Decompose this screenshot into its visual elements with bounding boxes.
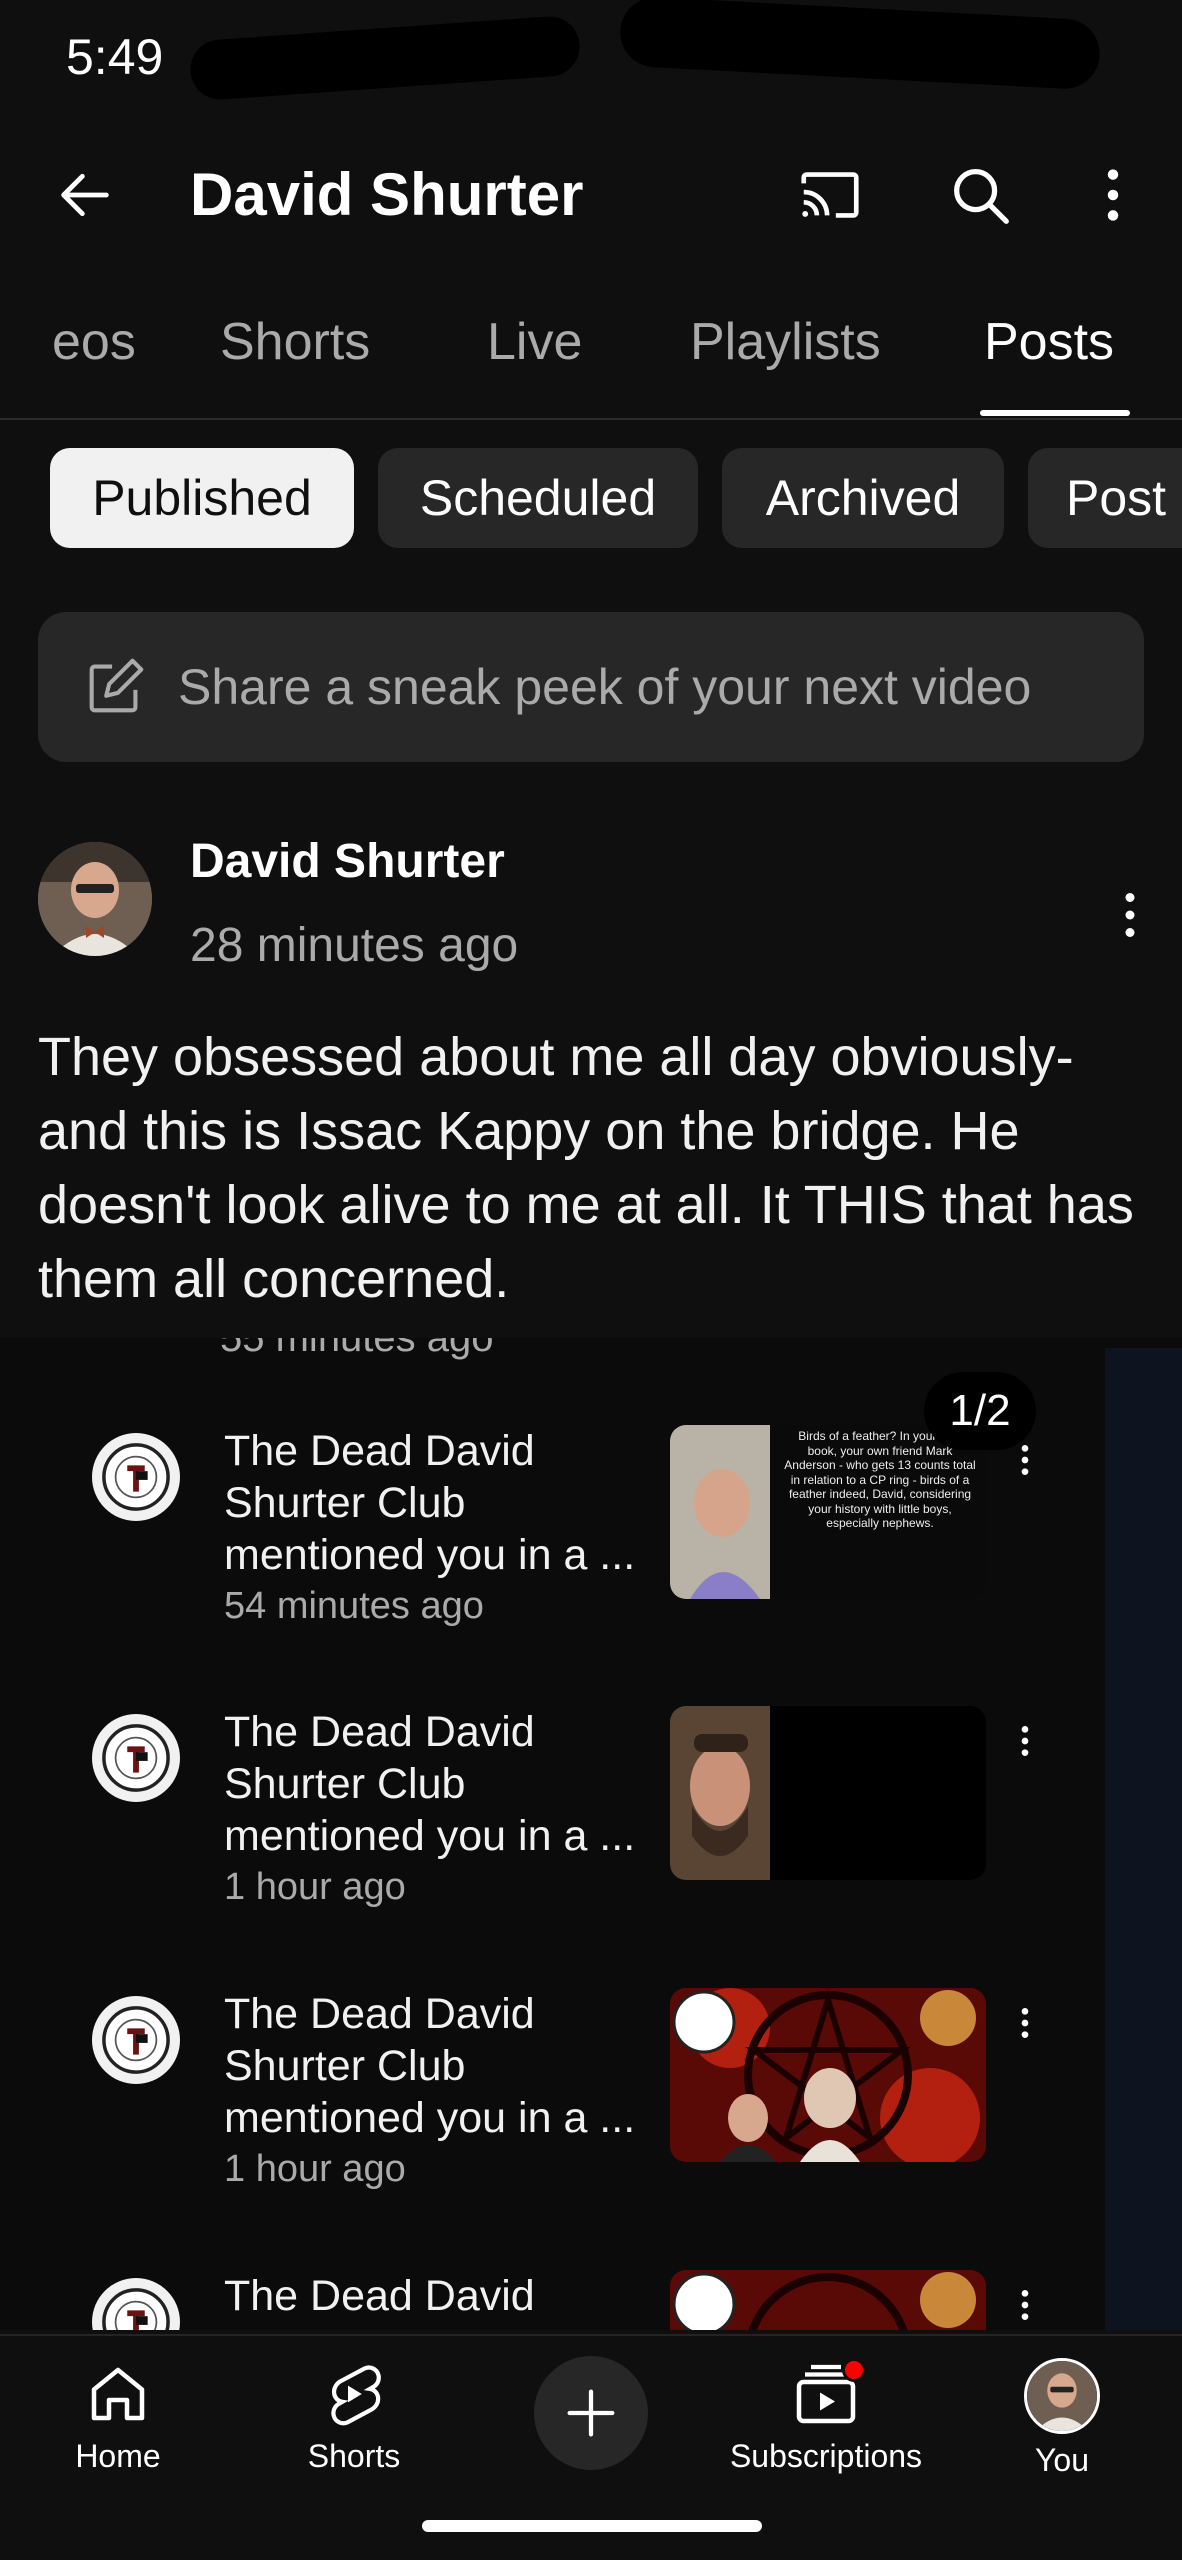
back-arrow-icon xyxy=(61,173,109,217)
more-options-button[interactable] xyxy=(1068,150,1158,240)
post-header: David Shurter 28 minutes ago xyxy=(0,830,1182,1010)
notification-time: 1 hour ago xyxy=(224,2148,406,2190)
post-more-button[interactable] xyxy=(1100,870,1160,960)
nav-shorts[interactable]: Shorts xyxy=(254,2358,454,2475)
back-button[interactable] xyxy=(40,150,130,240)
tab-posts[interactable]: Posts xyxy=(984,312,1114,372)
post-timestamp: 28 minutes ago xyxy=(190,919,519,972)
home-indicator[interactable] xyxy=(422,2520,762,2532)
notification-dot xyxy=(842,2358,866,2382)
redaction-mark xyxy=(188,14,582,102)
notification-line-1: The Dead David xyxy=(224,2272,535,2320)
notification-line-1: The Dead David xyxy=(224,1990,535,2038)
status-time: 5:49 xyxy=(66,29,164,85)
channel-title: David Shurter xyxy=(190,161,584,228)
notification-thumbnail xyxy=(670,2270,986,2330)
notification-line-3: mentioned you in a ... xyxy=(224,1812,636,1860)
status-bar: 5:49 xyxy=(0,0,1182,120)
more-vert-icon xyxy=(1021,2290,1029,2320)
channel-tabs: eos Shorts Live Playlists Posts xyxy=(0,290,1182,420)
notification-line-1: The Dead David xyxy=(224,1708,535,1756)
redaction-mark xyxy=(618,0,1102,91)
list-item: The Dead David Shurter Club mentioned yo… xyxy=(0,1988,1105,2218)
notification-thumbnail: Birds of a feather? In your own book, yo… xyxy=(670,1425,986,1599)
nav-shorts-label: Shorts xyxy=(307,2438,401,2474)
active-tab-indicator xyxy=(980,410,1130,416)
avatar xyxy=(1024,2358,1100,2434)
post-image[interactable]: 55 minutes ago The Dead David Shurter Cl… xyxy=(0,1338,1182,2330)
shorts-icon xyxy=(331,2365,381,2426)
app-bar: David Shurter xyxy=(0,140,1182,250)
cast-icon xyxy=(801,172,859,218)
tab-playlists[interactable]: Playlists xyxy=(690,312,881,372)
nav-subscriptions-label: Subscriptions xyxy=(729,2438,923,2474)
nav-you-label: You xyxy=(1035,2442,1089,2478)
image-edge xyxy=(1105,1348,1182,2330)
notification-line-3: mentioned you in a ... xyxy=(224,2094,636,2142)
more-vert-icon xyxy=(1107,169,1119,221)
composer-placeholder: Share a sneak peek of your next video xyxy=(178,659,1032,715)
home-icon xyxy=(91,2367,145,2421)
post-body: They obsessed about me all day obviously… xyxy=(38,1027,1134,1309)
image-counter-badge: 1/2 xyxy=(924,1372,1036,1450)
avatar xyxy=(92,1996,180,2084)
notification-thumbnail xyxy=(670,1706,986,1880)
cast-button[interactable] xyxy=(785,150,875,240)
list-item: The Dead David xyxy=(0,2270,1105,2330)
edit-icon xyxy=(89,658,144,713)
post-author[interactable]: David Shurter xyxy=(190,834,505,889)
cut-off-timestamp: 55 minutes ago xyxy=(220,1338,494,1360)
notification-line-3: mentioned you in a ... xyxy=(224,1531,636,1579)
notification-line-1: The Dead David xyxy=(224,1427,535,1475)
tab-live[interactable]: Live xyxy=(487,312,582,372)
notification-more-button xyxy=(1000,1988,1050,2058)
chip-published[interactable]: Published xyxy=(50,448,354,548)
more-vert-icon xyxy=(1021,1726,1029,1756)
notification-line-2: Shurter Club xyxy=(224,1479,466,1527)
nav-subscriptions[interactable]: Subscriptions xyxy=(726,2358,926,2475)
notification-more-button xyxy=(1000,2270,1050,2330)
chip-archived[interactable]: Archived xyxy=(722,448,1004,548)
notification-time: 1 hour ago xyxy=(224,1866,406,1908)
search-icon xyxy=(954,169,1009,224)
list-item: The Dead David Shurter Club mentioned yo… xyxy=(0,1706,1105,1936)
notification-time: 54 minutes ago xyxy=(224,1585,484,1627)
more-vert-icon xyxy=(1125,893,1135,937)
chip-scheduled[interactable]: Scheduled xyxy=(378,448,698,548)
avatar[interactable] xyxy=(38,842,152,956)
nav-home-label: Home xyxy=(75,2438,161,2474)
avatar xyxy=(92,2278,180,2330)
filter-chips: Published Scheduled Archived Post xyxy=(0,448,1182,548)
create-post-input[interactable]: Share a sneak peek of your next video xyxy=(38,612,1144,762)
chip-post[interactable]: Post xyxy=(1028,448,1182,548)
tab-videos[interactable]: eos xyxy=(52,312,136,372)
nav-you[interactable]: You xyxy=(962,2358,1162,2479)
notification-line-2: Shurter Club xyxy=(224,1760,466,1808)
list-item: The Dead David Shurter Club mentioned yo… xyxy=(0,1425,1105,1655)
notification-thumbnail xyxy=(670,1988,986,2162)
search-button[interactable] xyxy=(935,150,1025,240)
nav-home[interactable]: Home xyxy=(18,2358,218,2475)
plus-icon xyxy=(567,2389,615,2437)
notification-more-button xyxy=(1000,1706,1050,1776)
notification-line-2: Shurter Club xyxy=(224,2042,466,2090)
create-button[interactable]: + xyxy=(534,2356,648,2470)
more-vert-icon xyxy=(1021,2008,1029,2038)
avatar xyxy=(92,1714,180,1802)
tab-shorts[interactable]: Shorts xyxy=(220,312,370,372)
avatar xyxy=(92,1433,180,1521)
